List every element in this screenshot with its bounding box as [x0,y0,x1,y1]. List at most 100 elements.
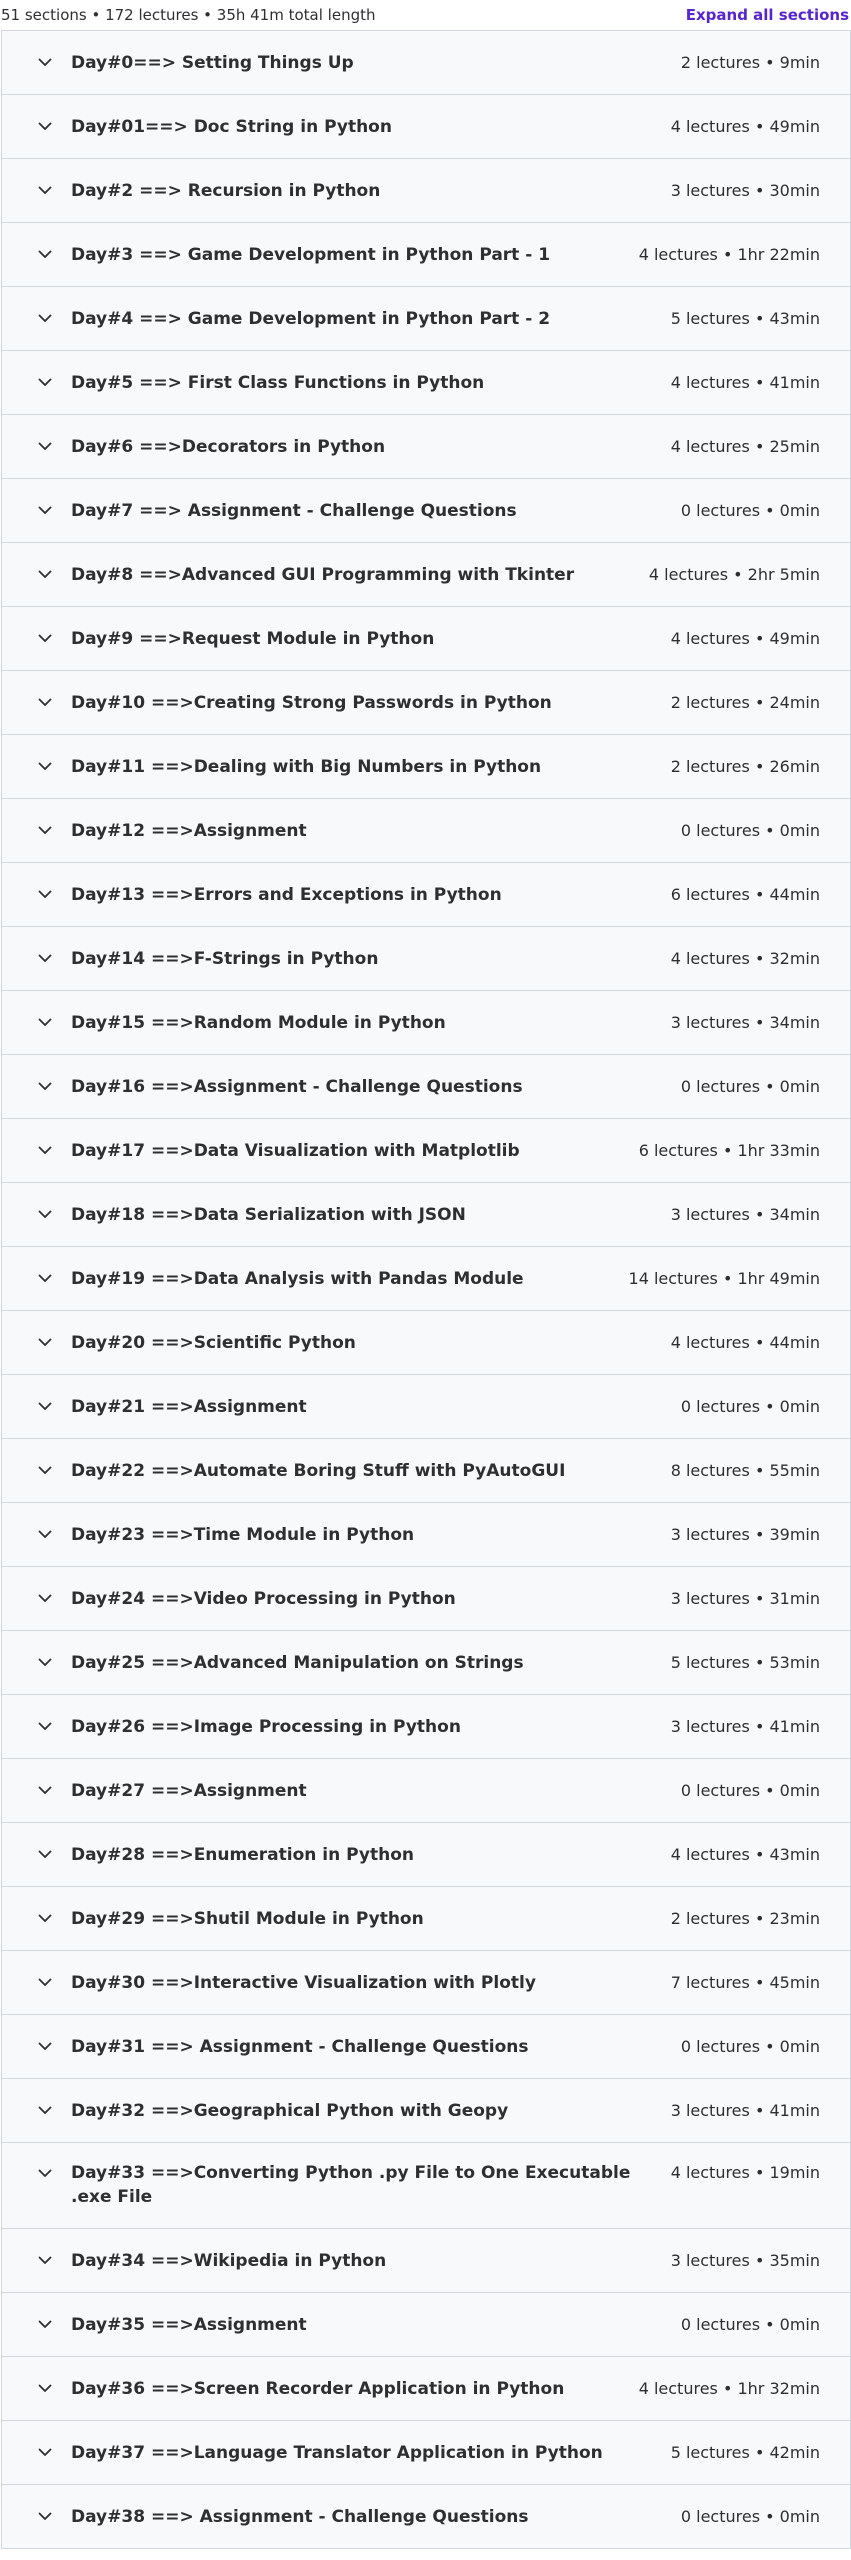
section-meta: 4 lectures • 1hr 32min [638,2379,820,2398]
section-meta: 2 lectures • 24min [670,693,820,712]
curriculum-section-row[interactable]: Day#0==> Setting Things Up 2 lectures • … [2,31,850,95]
curriculum-section-row[interactable]: Day#26 ==>Image Processing in Python 3 l… [2,1695,850,1759]
curriculum-section-row[interactable]: Day#15 ==>Random Module in Python 3 lect… [2,991,850,1055]
curriculum-section-row[interactable]: Day#36 ==>Screen Recorder Application in… [2,2357,850,2421]
curriculum-section-row[interactable]: Day#27 ==>Assignment 0 lectures • 0min [2,1759,850,1823]
section-title: Day#12 ==>Assignment [71,820,307,841]
curriculum-section-row[interactable]: Day#30 ==>Interactive Visualization with… [2,1951,850,2015]
curriculum-summary: 51 sections • 172 lectures • 35h 41m tot… [1,6,376,24]
chevron-down-icon [38,696,52,710]
section-title: Day#20 ==>Scientific Python [71,1332,356,1353]
section-meta: 3 lectures • 41min [670,1717,820,1736]
section-title: Day#8 ==>Advanced GUI Programming with T… [71,564,575,585]
chevron-down-icon [38,2040,52,2054]
section-title: Day#7 ==> Assignment - Challenge Questio… [71,500,517,521]
curriculum-section-row[interactable]: Day#13 ==>Errors and Exceptions in Pytho… [2,863,850,927]
section-meta: 5 lectures • 53min [670,1653,820,1672]
chevron-down-icon [38,376,52,390]
section-title: Day#15 ==>Random Module in Python [71,1012,446,1033]
chevron-down-icon [38,248,52,262]
curriculum-section-row[interactable]: Day#23 ==>Time Module in Python 3 lectur… [2,1503,850,1567]
curriculum-section-row[interactable]: Day#01==> Doc String in Python 4 lecture… [2,95,850,159]
curriculum-section-row[interactable]: Day#8 ==>Advanced GUI Programming with T… [2,543,850,607]
chevron-down-icon [38,1208,52,1222]
chevron-down-icon [38,1336,52,1350]
curriculum-section-row[interactable]: Day#21 ==>Assignment 0 lectures • 0min [2,1375,850,1439]
section-title: Day#37 ==>Language Translator Applicatio… [71,2442,603,2463]
section-title: Day#24 ==>Video Processing in Python [71,1588,456,1609]
chevron-down-icon [38,1592,52,1606]
curriculum-section-row[interactable]: Day#38 ==> Assignment - Challenge Questi… [2,2485,850,2549]
section-title: Day#34 ==>Wikipedia in Python [71,2250,387,2271]
chevron-down-icon [38,1976,52,1990]
section-title: Day#2 ==> Recursion in Python [71,180,381,201]
section-meta: 4 lectures • 32min [670,949,820,968]
section-title: Day#6 ==>Decorators in Python [71,436,386,457]
chevron-down-icon [38,1656,52,1670]
section-title: Day#26 ==>Image Processing in Python [71,1716,461,1737]
section-title: Day#4 ==> Game Development in Python Par… [71,308,551,329]
curriculum-section-row[interactable]: Day#25 ==>Advanced Manipulation on Strin… [2,1631,850,1695]
curriculum-section-row[interactable]: Day#5 ==> First Class Functions in Pytho… [2,351,850,415]
curriculum-section-row[interactable]: Day#29 ==>Shutil Module in Python 2 lect… [2,1887,850,1951]
curriculum-section-row[interactable]: Day#22 ==>Automate Boring Stuff with PyA… [2,1439,850,1503]
chevron-down-icon [38,824,52,838]
section-meta: 4 lectures • 1hr 22min [638,245,820,264]
section-meta: 4 lectures • 25min [670,437,820,456]
curriculum-section-row[interactable]: Day#12 ==>Assignment 0 lectures • 0min [2,799,850,863]
section-meta: 0 lectures • 0min [680,501,820,520]
curriculum-section-row[interactable]: Day#32 ==>Geographical Python with Geopy… [2,2079,850,2143]
curriculum-section-row[interactable]: Day#28 ==>Enumeration in Python 4 lectur… [2,1823,850,1887]
chevron-down-icon [38,504,52,518]
section-title: Day#11 ==>Dealing with Big Numbers in Py… [71,756,542,777]
curriculum-section-row[interactable]: Day#7 ==> Assignment - Challenge Questio… [2,479,850,543]
chevron-down-icon [38,440,52,454]
section-meta: 4 lectures • 41min [670,373,820,392]
curriculum-section-row[interactable]: Day#6 ==>Decorators in Python 4 lectures… [2,415,850,479]
curriculum-section-row[interactable]: Day#34 ==>Wikipedia in Python 3 lectures… [2,2229,850,2293]
curriculum-summary-bar: 51 sections • 172 lectures • 35h 41m tot… [0,0,851,30]
section-title: Day#22 ==>Automate Boring Stuff with PyA… [71,1460,566,1481]
curriculum-section-row[interactable]: Day#3 ==> Game Development in Python Par… [2,223,850,287]
section-meta: 7 lectures • 45min [670,1973,820,1992]
section-meta: 3 lectures • 39min [670,1525,820,1544]
section-title: Day#01==> Doc String in Python [71,116,392,137]
curriculum-section-row[interactable]: Day#16 ==>Assignment - Challenge Questio… [2,1055,850,1119]
curriculum-section-row[interactable]: Day#10 ==>Creating Strong Passwords in P… [2,671,850,735]
chevron-down-icon [38,1912,52,1926]
section-meta: 0 lectures • 0min [680,1397,820,1416]
curriculum-section-row[interactable]: Day#17 ==>Data Visualization with Matplo… [2,1119,850,1183]
chevron-down-icon [38,1144,52,1158]
curriculum-section-row[interactable]: Day#31 ==> Assignment - Challenge Questi… [2,2015,850,2079]
curriculum-section-row[interactable]: Day#35 ==>Assignment 0 lectures • 0min [2,2293,850,2357]
chevron-down-icon [38,312,52,326]
curriculum-section-row[interactable]: Day#4 ==> Game Development in Python Par… [2,287,850,351]
section-meta: 0 lectures • 0min [680,821,820,840]
curriculum-section-row[interactable]: Day#20 ==>Scientific Python 4 lectures •… [2,1311,850,1375]
curriculum-section-row[interactable]: Day#9 ==>Request Module in Python 4 lect… [2,607,850,671]
curriculum-section-row[interactable]: Day#18 ==>Data Serialization with JSON 3… [2,1183,850,1247]
curriculum-section-row[interactable]: Day#14 ==>F-Strings in Python 4 lectures… [2,927,850,991]
section-meta: 4 lectures • 2hr 5min [648,565,820,584]
section-meta: 5 lectures • 43min [670,309,820,328]
section-title: Day#32 ==>Geographical Python with Geopy [71,2100,509,2121]
curriculum-section-row[interactable]: Day#19 ==>Data Analysis with Pandas Modu… [2,1247,850,1311]
chevron-down-icon [38,632,52,646]
expand-all-sections-button[interactable]: Expand all sections [686,6,849,24]
curriculum-section-row[interactable]: Day#24 ==>Video Processing in Python 3 l… [2,1567,850,1631]
curriculum-section-row[interactable]: Day#33 ==>Converting Python .py File to … [2,2143,850,2229]
curriculum-section-row[interactable]: Day#37 ==>Language Translator Applicatio… [2,2421,850,2485]
section-meta: 8 lectures • 55min [670,1461,820,1480]
section-meta: 6 lectures • 44min [670,885,820,904]
section-meta: 2 lectures • 26min [670,757,820,776]
curriculum-section-row[interactable]: Day#11 ==>Dealing with Big Numbers in Py… [2,735,850,799]
chevron-down-icon [38,1784,52,1798]
section-title: Day#16 ==>Assignment - Challenge Questio… [71,1076,523,1097]
curriculum-section-row[interactable]: Day#2 ==> Recursion in Python 3 lectures… [2,159,850,223]
chevron-down-icon [38,1400,52,1414]
section-title: Day#18 ==>Data Serialization with JSON [71,1204,466,1225]
section-meta: 4 lectures • 49min [670,117,820,136]
section-meta: 4 lectures • 49min [670,629,820,648]
chevron-down-icon [38,568,52,582]
chevron-down-icon [38,1464,52,1478]
